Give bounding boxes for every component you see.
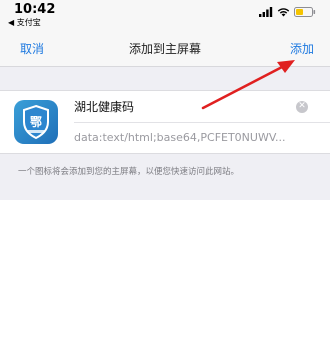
battery-icon	[294, 7, 316, 17]
app-icon-glyph: 鄂	[30, 115, 42, 129]
field-divider	[74, 122, 330, 123]
back-to-app-link[interactable]: ◀ 支付宝	[8, 17, 41, 28]
page-title: 添加到主屏幕	[128, 42, 201, 56]
clear-input-button[interactable]: ✕	[296, 101, 308, 113]
health-code-app-icon: 鄂	[14, 100, 58, 144]
empty-content-area	[0, 200, 330, 345]
clear-x-icon: ✕	[298, 101, 306, 111]
shortcut-card: 鄂 ✕ data:text/html;base64,PCFET0NUWV...	[0, 90, 330, 154]
shortcut-name-input[interactable]	[74, 95, 274, 117]
status-icons	[259, 6, 316, 18]
shield-icon: 鄂	[23, 104, 49, 140]
hint-text: 一个图标将会添加到您的主屏幕，以便您快速访问此网站。	[18, 167, 240, 177]
add-button[interactable]: 添加	[290, 40, 314, 57]
status-bar: 10:42 ◀ 支付宝	[0, 0, 330, 30]
shortcut-url: data:text/html;base64,PCFET0NUWV...	[74, 131, 286, 144]
navigation-bar: 取消 添加到主屏幕 添加	[0, 30, 330, 67]
signal-icon	[259, 7, 273, 17]
wifi-icon	[277, 8, 290, 17]
status-time: 10:42	[14, 2, 56, 17]
